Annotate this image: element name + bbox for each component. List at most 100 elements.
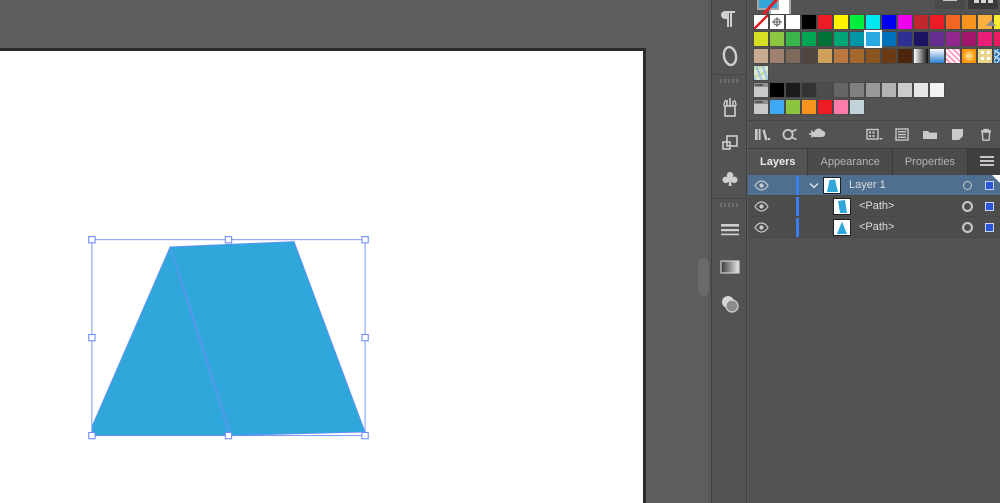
swatch-dark-green[interactable] <box>817 31 833 47</box>
swatch-pattern-map[interactable] <box>753 65 769 81</box>
swatch-green-3[interactable] <box>801 31 817 47</box>
swatch-gray-30[interactable] <box>817 82 833 98</box>
tab-appearance[interactable]: Appearance <box>808 149 893 175</box>
swatch-taupe[interactable] <box>769 48 785 64</box>
layer-row-layer-1[interactable]: Layer 1 <box>748 175 1000 196</box>
swatch-registration[interactable] <box>769 14 785 30</box>
swatch-teal[interactable] <box>849 31 865 47</box>
swatch-dark-brown-gray[interactable] <box>801 48 817 64</box>
swatch-bright-red-2[interactable] <box>817 99 833 115</box>
handle-bottom-left[interactable] <box>88 431 96 440</box>
swatch-blue-2[interactable] <box>881 31 897 47</box>
swatch-gray-80[interactable] <box>897 82 913 98</box>
panel-collapse-grip[interactable] <box>698 258 709 296</box>
target-indicator[interactable] <box>956 201 978 211</box>
swatch-dark-brown[interactable] <box>865 48 881 64</box>
glyphs-panel-icon[interactable] <box>712 37 748 74</box>
gradient-panel-icon[interactable] <box>712 248 748 285</box>
swatch-brown[interactable] <box>833 48 849 64</box>
swatch-grid[interactable] <box>753 14 1000 116</box>
swatch-brown-gray[interactable] <box>785 48 801 64</box>
paragraph-panel-icon[interactable] <box>712 0 748 37</box>
stroke-panel-icon[interactable] <box>712 211 748 248</box>
swatches-panel[interactable] <box>748 14 1000 120</box>
layer-row-path-1[interactable]: <Path> <box>748 196 1000 217</box>
visibility-toggle-icon[interactable] <box>748 200 774 212</box>
swatch-orange-red[interactable] <box>945 14 961 30</box>
minimize-button[interactable] <box>935 0 965 9</box>
swatch-indigo[interactable] <box>897 31 913 47</box>
swatch-gradient-white-blue[interactable] <box>929 48 945 64</box>
new-color-group-button[interactable] <box>916 121 944 149</box>
swatch-yellow-green[interactable] <box>769 31 785 47</box>
swatch-teal-green[interactable] <box>833 31 849 47</box>
swatch-black[interactable] <box>801 14 817 30</box>
target-indicator[interactable] <box>956 222 978 232</box>
panel-icon-rail[interactable] <box>698 0 748 503</box>
handle-top-center[interactable] <box>224 236 233 244</box>
swatch-grayscale-group[interactable] <box>753 82 769 98</box>
symbols-panel-icon[interactable] <box>712 124 748 161</box>
swatch-tan[interactable] <box>753 48 769 64</box>
add-to-library-button[interactable] <box>804 121 832 149</box>
layers-panel[interactable]: Layers Appearance Properties Layer 1 <Path>… <box>748 148 1000 503</box>
transparency-panel-icon[interactable] <box>712 285 748 322</box>
canvas-region[interactable] <box>0 0 708 503</box>
handle-top-right[interactable] <box>361 236 369 244</box>
layer-row-label[interactable]: <Path> <box>859 221 956 233</box>
swatch-pattern-blue-texture[interactable] <box>993 48 1000 64</box>
window-controls[interactable] <box>935 0 998 9</box>
layers-panel-tabs[interactable]: Layers Appearance Properties <box>748 149 1000 175</box>
swatch-cyan[interactable] <box>865 14 881 30</box>
swatch-pattern-checker[interactable] <box>977 48 993 64</box>
handle-bottom-center[interactable] <box>224 431 233 440</box>
delete-swatch-button[interactable] <box>972 121 1000 149</box>
swatch-bright-red[interactable] <box>929 14 945 30</box>
swatch-gray-70[interactable] <box>881 82 897 98</box>
swatch-pale-blue[interactable] <box>849 99 865 115</box>
brushes-panel-icon[interactable] <box>712 87 748 124</box>
swatch-gray-60[interactable] <box>865 82 881 98</box>
target-indicator[interactable] <box>956 180 978 190</box>
layers-list[interactable]: Layer 1 <Path> <Path> <box>748 175 1000 238</box>
swatch-bright-orange[interactable] <box>801 99 817 115</box>
swatch-hot-pink[interactable] <box>993 31 1000 47</box>
selection-indicator[interactable] <box>978 222 1000 232</box>
swatch-orange[interactable] <box>961 14 977 30</box>
new-swatch-button[interactable] <box>944 121 972 149</box>
layer-row-path-2[interactable]: <Path> <box>748 217 1000 238</box>
artboard[interactable] <box>0 51 643 503</box>
swatches-clubs-icon[interactable] <box>712 161 748 198</box>
swatch-lime-yellow[interactable] <box>753 31 769 47</box>
swatch-gray-20[interactable] <box>801 82 817 98</box>
layer-row-label[interactable]: Layer 1 <box>849 179 956 191</box>
swatch-bright-pink[interactable] <box>833 99 849 115</box>
swatch-gray-95[interactable] <box>929 82 945 98</box>
swatches-toolbar[interactable] <box>748 120 1000 148</box>
swatch-magenta[interactable] <box>897 14 913 30</box>
swatch-bright-green[interactable] <box>785 99 801 115</box>
tab-layers[interactable]: Layers <box>748 149 809 175</box>
swatch-gray-90[interactable] <box>913 82 929 98</box>
swatch-gray-10[interactable] <box>785 82 801 98</box>
swatches-scroll-up-icon[interactable] <box>986 20 996 26</box>
swatch-darker-brown[interactable] <box>881 48 897 64</box>
swatch-libraries-button[interactable] <box>748 121 776 149</box>
handle-bottom-right[interactable] <box>361 431 369 440</box>
swatch-light-brown[interactable] <box>817 48 833 64</box>
swatch-green[interactable] <box>849 14 865 30</box>
visibility-toggle-icon[interactable] <box>748 179 774 191</box>
swatch-none[interactable] <box>753 14 769 30</box>
swatch-pink-red[interactable] <box>977 31 993 47</box>
swatch-bright-blue[interactable] <box>769 99 785 115</box>
swatch-purple[interactable] <box>929 31 945 47</box>
chevron-down-icon[interactable] <box>805 182 823 189</box>
handle-middle-right[interactable] <box>361 333 369 342</box>
swatch-gray-50[interactable] <box>849 82 865 98</box>
swatch-selected-blue[interactable] <box>864 30 882 48</box>
swatch-pattern-pink[interactable] <box>945 48 961 64</box>
tab-properties[interactable]: Properties <box>892 149 968 175</box>
swatch-gradient-white-black[interactable] <box>913 48 929 64</box>
handle-top-left[interactable] <box>88 236 96 244</box>
swatch-magenta-2[interactable] <box>961 31 977 47</box>
